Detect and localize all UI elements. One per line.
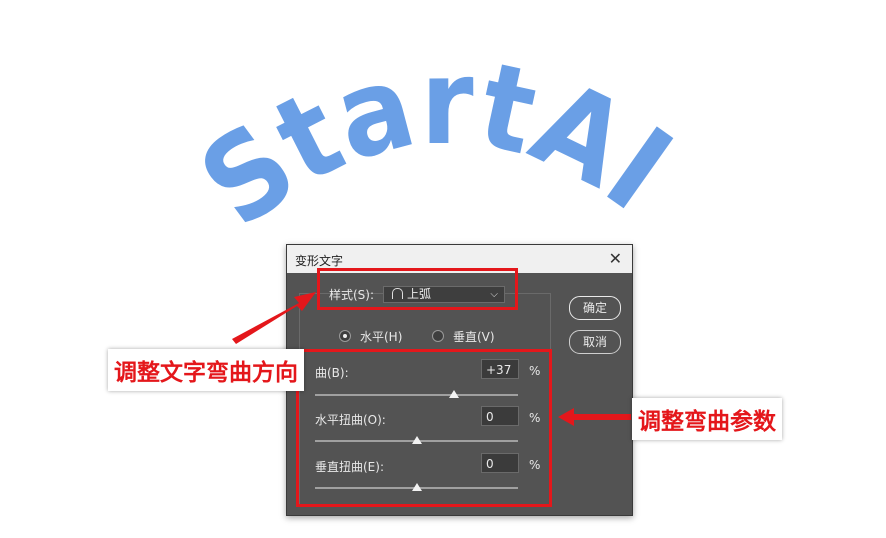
params-callout: 调整弯曲参数 [632,398,782,440]
arrow-to-style [232,292,316,344]
annotation-arrows [232,292,631,426]
arrow-to-params [558,408,631,426]
direction-callout: 调整文字弯曲方向 [108,349,304,391]
